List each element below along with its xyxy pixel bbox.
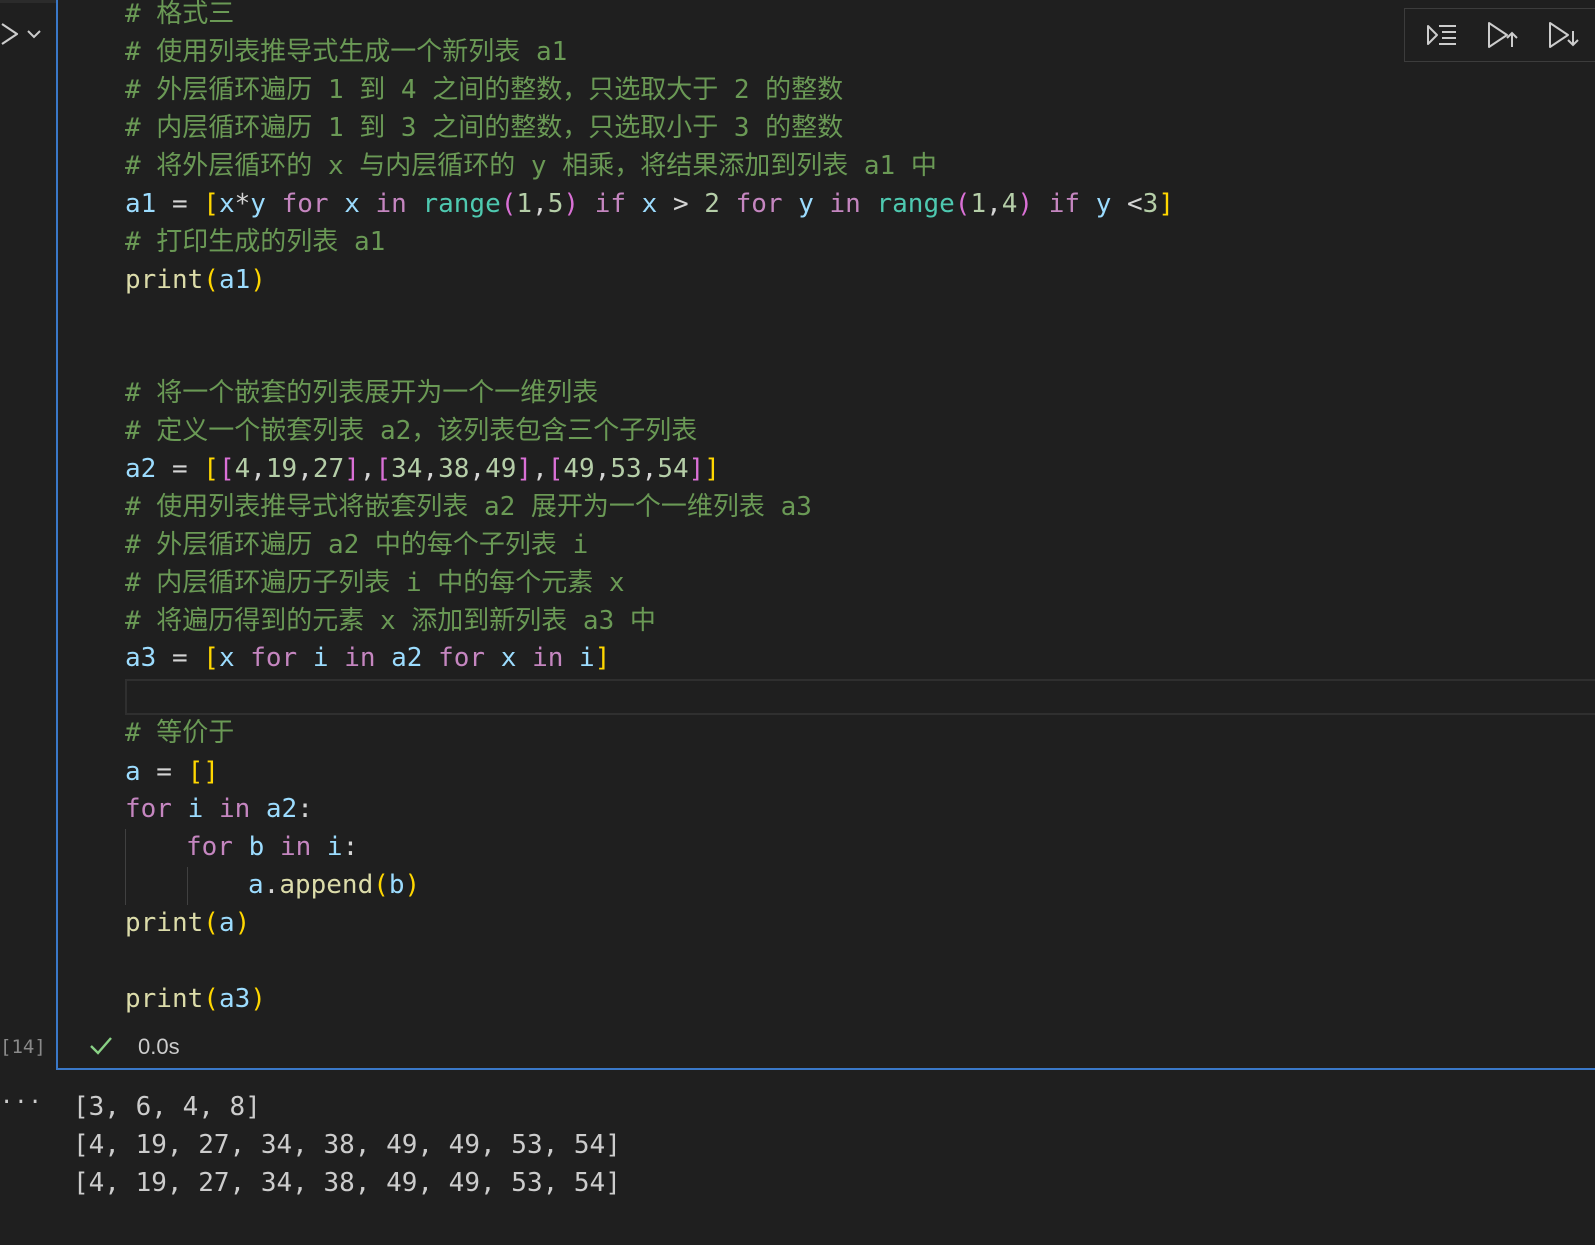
code-line-16: # 内层循环遍历子列表 i 中的每个元素 x [125,564,625,602]
comment: # 打印生成的列表 a1 [125,227,386,257]
output-line: [4, 19, 27, 34, 38, 49, 49, 53, 54] [73,1168,621,1198]
code-line-25: print(a) [125,908,251,938]
execution-time: 0.0s [138,1034,180,1059]
code-line-2: # 使用列表推导式生成一个新列表 a1 [125,33,567,71]
cell-focus-border [56,1068,1595,1070]
comment: # 定义一个嵌套列表 a2，该列表包含三个子列表 [125,416,698,446]
cell-toolbar [1404,8,1595,62]
comment: # 将遍历得到的元素 x 添加到新列表 a3 中 [125,606,656,636]
comment: # 外层循环遍历 a2 中的每个子列表 i [125,530,589,560]
code-line-15: # 外层循环遍历 a2 中的每个子列表 i [125,526,588,564]
execution-count: [14] [0,1036,46,1058]
code-line-22: for i in a2: [125,794,313,824]
chevron-down-icon[interactable] [26,28,42,40]
code-line-6: a1 = [x*y for x in range(1,5) if x > 2 f… [125,189,1174,219]
code-line-5: # 将外层循环的 x 与内层循环的 y 相乘，将结果添加到列表 a1 中 [125,147,937,185]
output-line: [3, 6, 4, 8] [73,1092,261,1122]
code-line-27: print(a3) [125,984,266,1014]
code-line-14: # 使用列表推导式将嵌套列表 a2 展开为一个一维列表 a3 [125,488,812,526]
indent-guide [187,867,188,905]
code-line-8: print(a1) [125,265,266,295]
comment: # 使用列表推导式生成一个新列表 a1 [125,37,568,67]
code-line-4: # 内层循环遍历 1 到 3 之间的整数，只选取小于 3 的整数 [125,109,843,147]
run-below-icon [1549,22,1580,48]
code-line-23: for b in i: [186,832,359,862]
code-line-18: a3 = [x for i in a2 for x in i] [125,643,611,673]
run-above-button[interactable] [1482,14,1524,56]
code-line-17: # 将遍历得到的元素 x 添加到新列表 a3 中 [125,602,656,640]
output-line: [4, 19, 27, 34, 38, 49, 49, 53, 54] [73,1130,621,1160]
comment: # 等价于 [125,718,235,748]
cell-output: [3, 6, 4, 8] [4, 19, 27, 34, 38, 49, 49,… [73,1088,621,1202]
run-below-button[interactable] [1543,14,1585,56]
run-cell-controls[interactable] [0,14,50,54]
success-check-icon [88,1033,114,1063]
comment: # 外层循环遍历 1 到 4 之间的整数，只选取大于 2 的整数 [125,75,844,105]
code-line-13: a2 = [[4,19,27],[34,38,49],[49,53,54]] [125,454,720,484]
code-line-1: # 格式三 [125,0,234,33]
execute-above-below-button[interactable] [1421,14,1463,56]
comment: # 使用列表推导式将嵌套列表 a2 展开为一个一维列表 a3 [125,492,812,522]
run-above-icon [1487,22,1518,48]
comment: # 将一个嵌套的列表展开为一个一维列表 [125,378,599,408]
indent-guide [125,829,126,905]
code-line-11: # 将一个嵌套的列表展开为一个一维列表 [125,374,598,412]
output-more-actions-icon[interactable]: ··· [0,1090,43,1115]
comment: # 内层循环遍历 1 到 3 之间的整数，只选取小于 3 的整数 [125,113,844,143]
code-line-3: # 外层循环遍历 1 到 4 之间的整数，只选取大于 2 的整数 [125,71,843,109]
run-cell-icon[interactable] [0,20,20,48]
comment: # 内层循环遍历子列表 i 中的每个元素 x [125,568,625,598]
code-line-7: # 打印生成的列表 a1 [125,223,385,261]
execute-above-below-icon [1426,25,1456,45]
code-line-21: a = [] [125,757,219,787]
current-line-highlight [125,679,1595,715]
code-line-24: a.append(b) [248,870,421,900]
comment: # 格式三 [125,0,235,29]
code-line-12: # 定义一个嵌套列表 a2，该列表包含三个子列表 [125,412,697,450]
code-line-20: # 等价于 [125,714,234,752]
comment: # 将外层循环的 x 与内层循环的 y 相乘，将结果添加到列表 a1 中 [125,151,937,181]
